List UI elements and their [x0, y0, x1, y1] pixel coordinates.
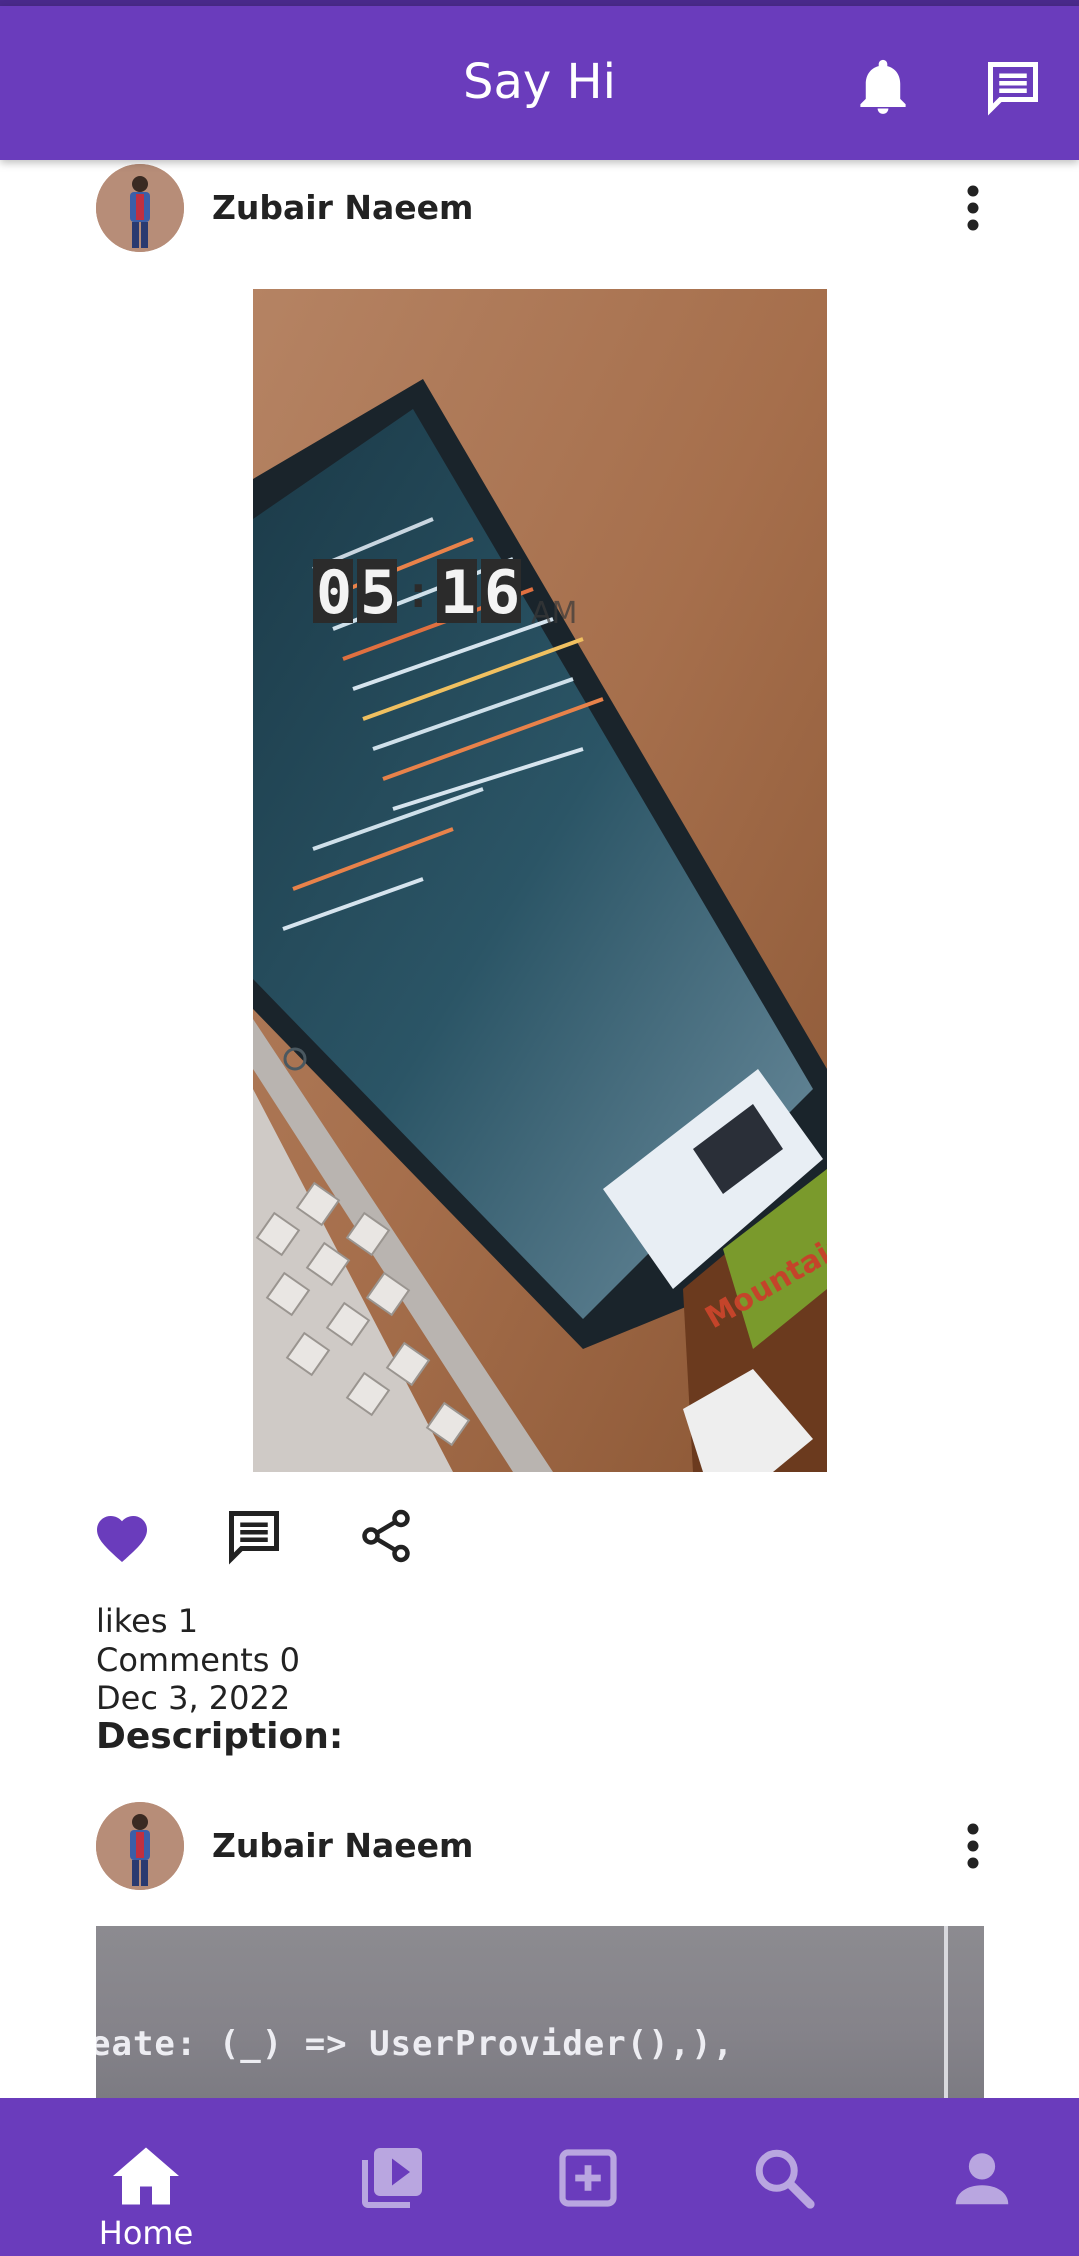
more-vert-icon [967, 185, 979, 231]
likes-count[interactable]: likes 1 [96, 1602, 198, 1640]
search-icon [748, 2142, 820, 2214]
heart-icon [97, 1516, 147, 1562]
post-more-button[interactable] [952, 178, 994, 238]
nav-profile[interactable] [912, 2098, 1052, 2256]
post-image[interactable]: Mountain 0 5 1 6 : AM [253, 289, 827, 1472]
post-author[interactable]: Zubair Naeem [212, 1826, 473, 1865]
nav-home-label: Home [98, 2214, 194, 2252]
nav-videos[interactable] [322, 2098, 462, 2256]
svg-text:5: 5 [360, 558, 396, 628]
avatar[interactable] [96, 1802, 184, 1890]
notifications-button[interactable] [852, 56, 914, 118]
nav-search[interactable] [714, 2098, 854, 2256]
svg-text::: : [405, 567, 432, 618]
clock-ampm: AM [531, 596, 577, 631]
avatar-photo [96, 164, 184, 252]
nav-home[interactable]: Home [76, 2098, 216, 2256]
post-actions [0, 1504, 1079, 1574]
comments-count[interactable]: Comments 0 [96, 1641, 300, 1679]
post-description-label: Description: [96, 1716, 344, 1757]
laptop-photo: Mountain 0 5 1 6 : AM [253, 289, 827, 1472]
svg-text:1: 1 [440, 558, 476, 628]
like-button[interactable] [92, 1508, 156, 1568]
comment-button[interactable] [224, 1506, 290, 1572]
svg-text:0: 0 [316, 558, 352, 628]
image-code-text: eate: (_) => UserProvider(),), [96, 2024, 735, 2064]
post-header: Zubair Naeem [0, 1802, 1079, 1898]
post-author[interactable]: Zubair Naeem [212, 188, 473, 227]
svg-text:6: 6 [484, 558, 520, 628]
image-divider [944, 1926, 948, 2098]
share-button[interactable] [356, 1506, 422, 1572]
post-header: Zubair Naeem [0, 164, 1079, 260]
app-bar: Say Hi [0, 6, 1079, 160]
share-icon [362, 1509, 410, 1563]
messages-button[interactable] [980, 54, 1046, 120]
bottom-nav: Home [0, 2098, 1079, 2256]
nav-add-post[interactable] [518, 2098, 658, 2256]
post-image[interactable]: eate: (_) => UserProvider(),), [96, 1926, 984, 2098]
person-icon [946, 2142, 1018, 2214]
app-title: Say Hi [463, 54, 616, 110]
avatar[interactable] [96, 164, 184, 252]
chat-icon [988, 62, 1038, 116]
add-box-icon [552, 2142, 624, 2214]
more-vert-icon [967, 1823, 979, 1869]
post-date: Dec 3, 2022 [96, 1679, 291, 1717]
bell-icon [860, 59, 906, 114]
video-library-icon [356, 2142, 428, 2214]
post-more-button[interactable] [952, 1816, 994, 1876]
comment-icon [229, 1511, 279, 1565]
home-icon [110, 2140, 182, 2212]
avatar-photo [96, 1802, 184, 1890]
